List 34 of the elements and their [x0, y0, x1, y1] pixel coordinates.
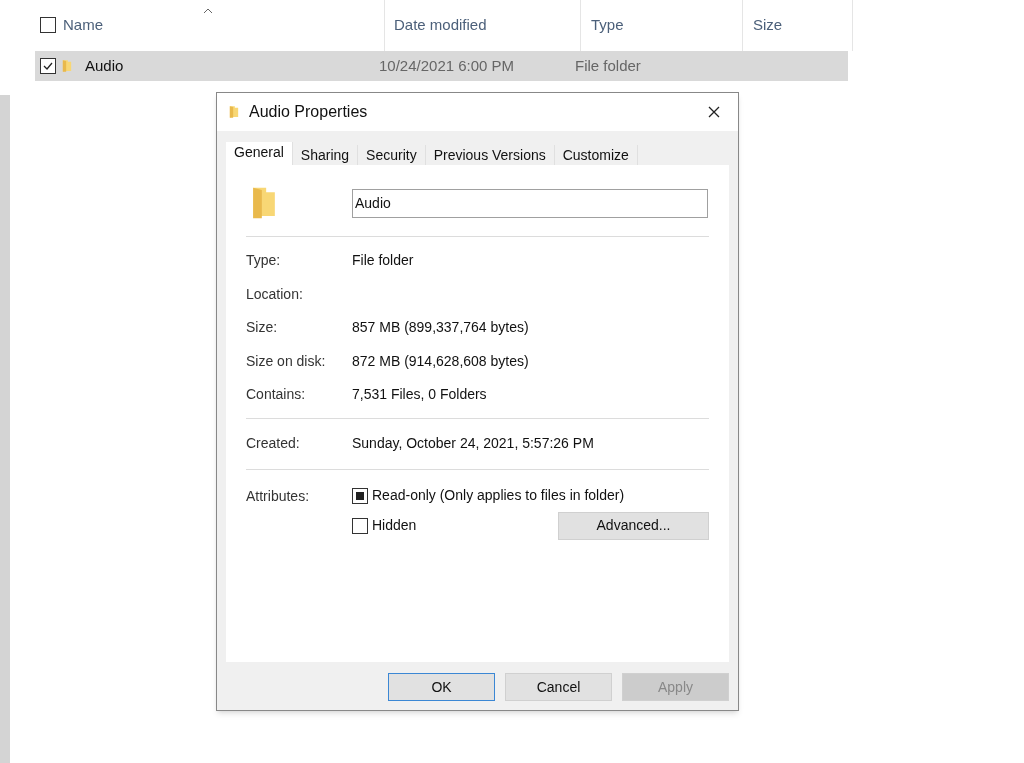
file-date: 10/24/2021 6:00 PM [379, 55, 516, 76]
file-row[interactable]: Audio 10/24/2021 6:00 PM File folder [35, 51, 848, 81]
folder-icon [251, 185, 277, 221]
name-field[interactable]: Audio [352, 188, 708, 218]
sort-caret-icon [203, 8, 213, 14]
checkbox[interactable] [352, 517, 368, 534]
property-label: Type: [246, 251, 282, 271]
property-label: Attributes: [246, 487, 311, 506]
property-value: 7,531 Files, 0 Folders [352, 385, 487, 405]
property-value: 872 MB (914,628,608 bytes) [352, 351, 529, 371]
property-label: Size on disk: [246, 351, 327, 371]
checkmark-icon [43, 61, 53, 71]
property-value: File folder [352, 251, 414, 271]
close-icon[interactable] [708, 106, 720, 118]
attribute-label: Read-only (Only applies to files in folder) [372, 486, 626, 505]
property-label: Location: [246, 284, 304, 304]
folder-icon [62, 59, 72, 73]
dialog-button[interactable]: Cancel [505, 673, 612, 701]
property-value: 857 MB (899,337,764 bytes) [352, 318, 529, 338]
attribute-label: Hidden [372, 516, 418, 535]
dialog-button[interactable]: OK [388, 673, 495, 701]
checkbox[interactable] [352, 487, 368, 504]
folder-icon [229, 105, 239, 119]
property-label: Size: [246, 318, 279, 338]
file-name: Audio [85, 55, 125, 76]
property-label: Created: [246, 433, 301, 453]
checkbox[interactable] [40, 58, 56, 74]
property-label: Contains: [246, 385, 307, 405]
checkbox[interactable] [40, 17, 56, 33]
window-title: Audio Properties [249, 102, 369, 122]
advanced-button[interactable]: Advanced... [558, 511, 709, 540]
file-type: File folder [575, 55, 641, 76]
tab[interactable]: General [226, 142, 293, 165]
property-value: Sunday, October 24, 2021, 5:57:26 PM [352, 433, 594, 453]
